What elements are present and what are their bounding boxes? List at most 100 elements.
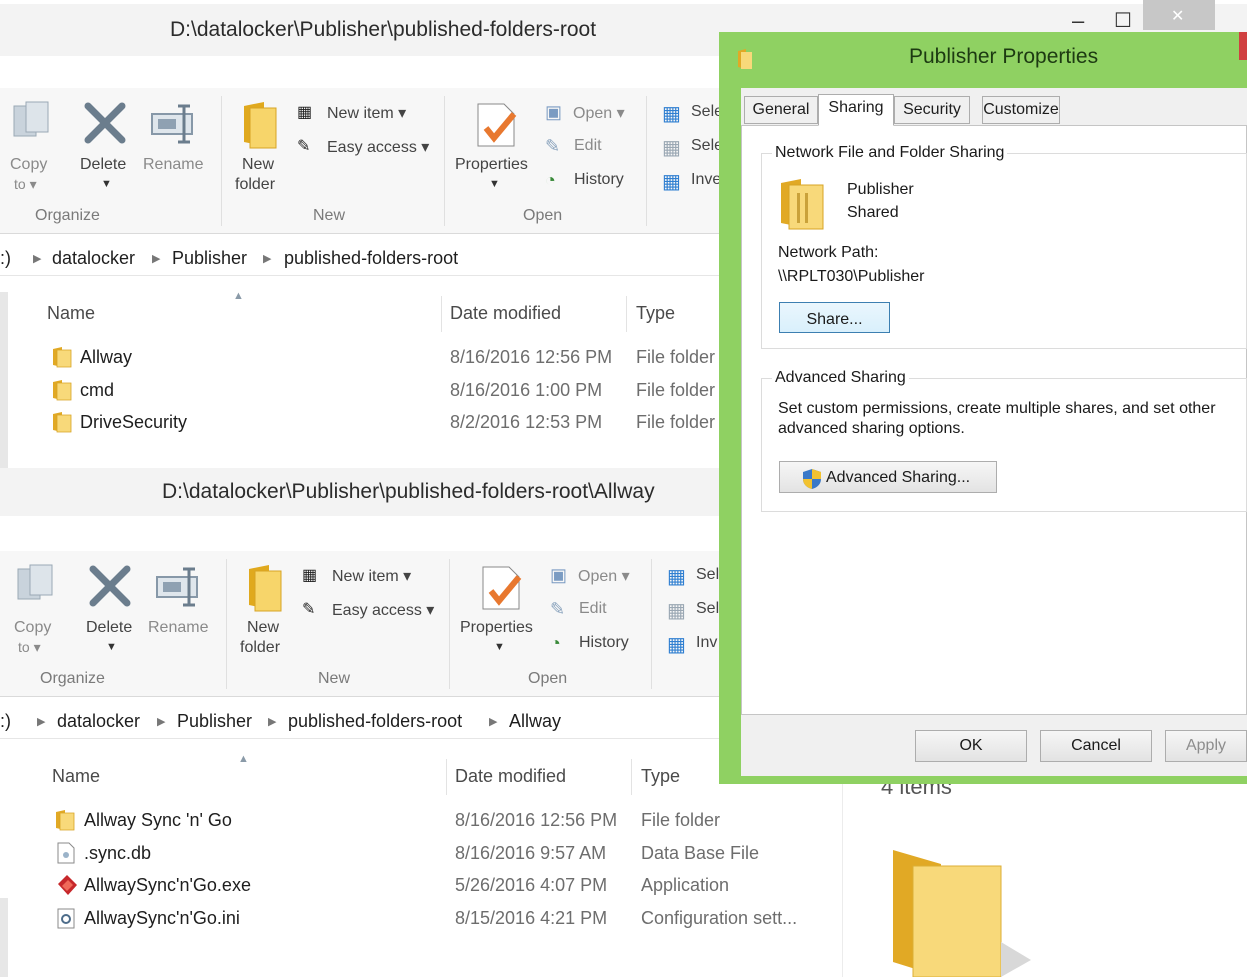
- copy-to-label[interactable]: Copy: [14, 619, 51, 637]
- new-folder-label[interactable]: New: [242, 156, 274, 174]
- delete-button[interactable]: Delete: [80, 156, 126, 174]
- edit-button[interactable]: Edit: [574, 137, 602, 155]
- delete-icon: [87, 563, 133, 614]
- folder-icon: [52, 379, 72, 406]
- ok-button[interactable]: OK: [915, 730, 1027, 762]
- application-icon: [55, 874, 79, 901]
- invert-selection-button[interactable]: Inv: [696, 634, 717, 652]
- new-item-button[interactable]: New item ▾: [327, 103, 406, 123]
- easy-access-button[interactable]: Easy access ▾: [327, 137, 429, 157]
- file-type[interactable]: Data Base File: [641, 843, 759, 864]
- cancel-button[interactable]: Cancel: [1040, 730, 1152, 762]
- column-divider[interactable]: [441, 296, 442, 332]
- file-type[interactable]: File folder: [641, 810, 720, 831]
- tab-security[interactable]: Security: [894, 96, 970, 124]
- properties-button[interactable]: Properties: [460, 619, 533, 637]
- breadcrumb-item[interactable]: Publisher: [177, 711, 252, 732]
- breadcrumb-item[interactable]: Allway: [509, 711, 561, 732]
- easy-access-button[interactable]: Easy access ▾: [332, 600, 434, 620]
- tab-sharing[interactable]: Sharing: [818, 94, 894, 126]
- delete-button[interactable]: Delete: [86, 619, 132, 637]
- column-header-type[interactable]: Type: [636, 303, 675, 324]
- minimize-button[interactable]: –: [1072, 8, 1084, 34]
- file-type[interactable]: File folder: [636, 380, 715, 401]
- breadcrumb-item[interactable]: Publisher: [172, 248, 247, 269]
- file-date[interactable]: 8/16/2016 1:00 PM: [450, 380, 602, 401]
- breadcrumb-item[interactable]: published-folders-root: [288, 711, 462, 732]
- properties-button[interactable]: Properties: [455, 156, 528, 174]
- window2-title: D:\datalocker\Publisher\published-folder…: [162, 480, 655, 503]
- edit-button[interactable]: Edit: [579, 600, 607, 618]
- file-date[interactable]: 8/2/2016 12:53 PM: [450, 412, 602, 433]
- file-name[interactable]: .sync.db: [84, 843, 151, 864]
- delete-dropdown-icon[interactable]: ▼: [101, 178, 112, 190]
- copy-to-label-2[interactable]: to ▾: [18, 639, 41, 656]
- column-divider[interactable]: [446, 759, 447, 795]
- properties-dropdown-icon[interactable]: ▼: [489, 178, 500, 190]
- share-button[interactable]: Share...: [779, 302, 890, 333]
- column-header-name[interactable]: Name: [52, 766, 100, 787]
- history-button[interactable]: History: [574, 171, 624, 189]
- column-divider[interactable]: [631, 759, 632, 795]
- file-date[interactable]: 8/15/2016 4:21 PM: [455, 908, 607, 929]
- new-folder-label-2[interactable]: folder: [235, 176, 275, 194]
- delete-dropdown-icon[interactable]: ▼: [106, 641, 117, 653]
- copy-to-label-2[interactable]: to ▾: [14, 176, 37, 193]
- apply-button[interactable]: Apply: [1165, 730, 1247, 762]
- file-name[interactable]: cmd: [80, 380, 114, 401]
- file-name[interactable]: AllwaySync'n'Go.exe: [84, 875, 251, 896]
- breadcrumb-item[interactable]: datalocker: [52, 248, 135, 269]
- select-none-button[interactable]: Sel: [696, 600, 719, 618]
- column-header-name[interactable]: Name: [47, 303, 95, 324]
- history-button[interactable]: History: [579, 634, 629, 652]
- file-date[interactable]: 8/16/2016 12:56 PM: [455, 810, 617, 831]
- column-header-date[interactable]: Date modified: [455, 766, 566, 787]
- group-organize: Organize: [35, 207, 100, 224]
- rename-button[interactable]: Rename: [148, 619, 208, 637]
- select-none-icon: ▦: [662, 137, 681, 159]
- file-name[interactable]: AllwaySync'n'Go.ini: [84, 908, 240, 929]
- file-date[interactable]: 8/16/2016 12:56 PM: [450, 347, 612, 368]
- tab-customize[interactable]: Customize: [982, 96, 1060, 124]
- rename-button[interactable]: Rename: [143, 156, 203, 174]
- tab-general[interactable]: General: [744, 96, 818, 124]
- folder-icon: [52, 411, 72, 438]
- ribbon-divider: [646, 96, 647, 226]
- breadcrumb-item[interactable]: datalocker: [57, 711, 140, 732]
- column-divider[interactable]: [626, 296, 627, 332]
- breadcrumb-chevron-icon: ▶: [37, 716, 46, 728]
- breadcrumb-item[interactable]: published-folders-root: [284, 248, 458, 269]
- dialog-close-button[interactable]: [1239, 32, 1247, 60]
- maximize-button[interactable]: ☐: [1114, 8, 1132, 33]
- properties-icon: [479, 563, 523, 618]
- uac-shield-icon: [803, 469, 821, 489]
- new-folder-label-2[interactable]: folder: [240, 639, 280, 657]
- file-type[interactable]: Application: [641, 875, 729, 896]
- file-date[interactable]: 8/16/2016 9:57 AM: [455, 843, 606, 864]
- file-type[interactable]: File folder: [636, 347, 715, 368]
- close-button[interactable]: ✕: [1143, 0, 1215, 30]
- select-all-button[interactable]: Sel: [696, 566, 719, 584]
- file-type[interactable]: Configuration sett...: [641, 908, 797, 929]
- file-name[interactable]: Allway: [80, 347, 132, 368]
- copy-to-icon: [14, 563, 60, 609]
- advanced-sharing-button[interactable]: Advanced Sharing...: [779, 461, 997, 493]
- new-item-button[interactable]: New item ▾: [332, 566, 411, 586]
- column-header-date[interactable]: Date modified: [450, 303, 561, 324]
- new-folder-label[interactable]: New: [247, 619, 279, 637]
- open-button[interactable]: Open ▾: [573, 103, 625, 123]
- column-header-type[interactable]: Type: [641, 766, 680, 787]
- breadcrumb-item[interactable]: :): [0, 711, 11, 732]
- file-name[interactable]: Allway Sync 'n' Go: [84, 810, 232, 831]
- window1-title: D:\datalocker\Publisher\published-folder…: [170, 18, 597, 41]
- open-button[interactable]: Open ▾: [578, 566, 630, 586]
- invert-selection-button[interactable]: Inve: [691, 171, 721, 189]
- properties-dropdown-icon[interactable]: ▼: [494, 641, 505, 653]
- folder-icon: [52, 346, 72, 373]
- breadcrumb-item[interactable]: :): [0, 248, 11, 269]
- shared-folder-icon: [777, 177, 827, 236]
- file-name[interactable]: DriveSecurity: [80, 412, 187, 433]
- file-type[interactable]: File folder: [636, 412, 715, 433]
- copy-to-label[interactable]: Copy: [10, 156, 47, 174]
- file-date[interactable]: 5/26/2016 4:07 PM: [455, 875, 607, 896]
